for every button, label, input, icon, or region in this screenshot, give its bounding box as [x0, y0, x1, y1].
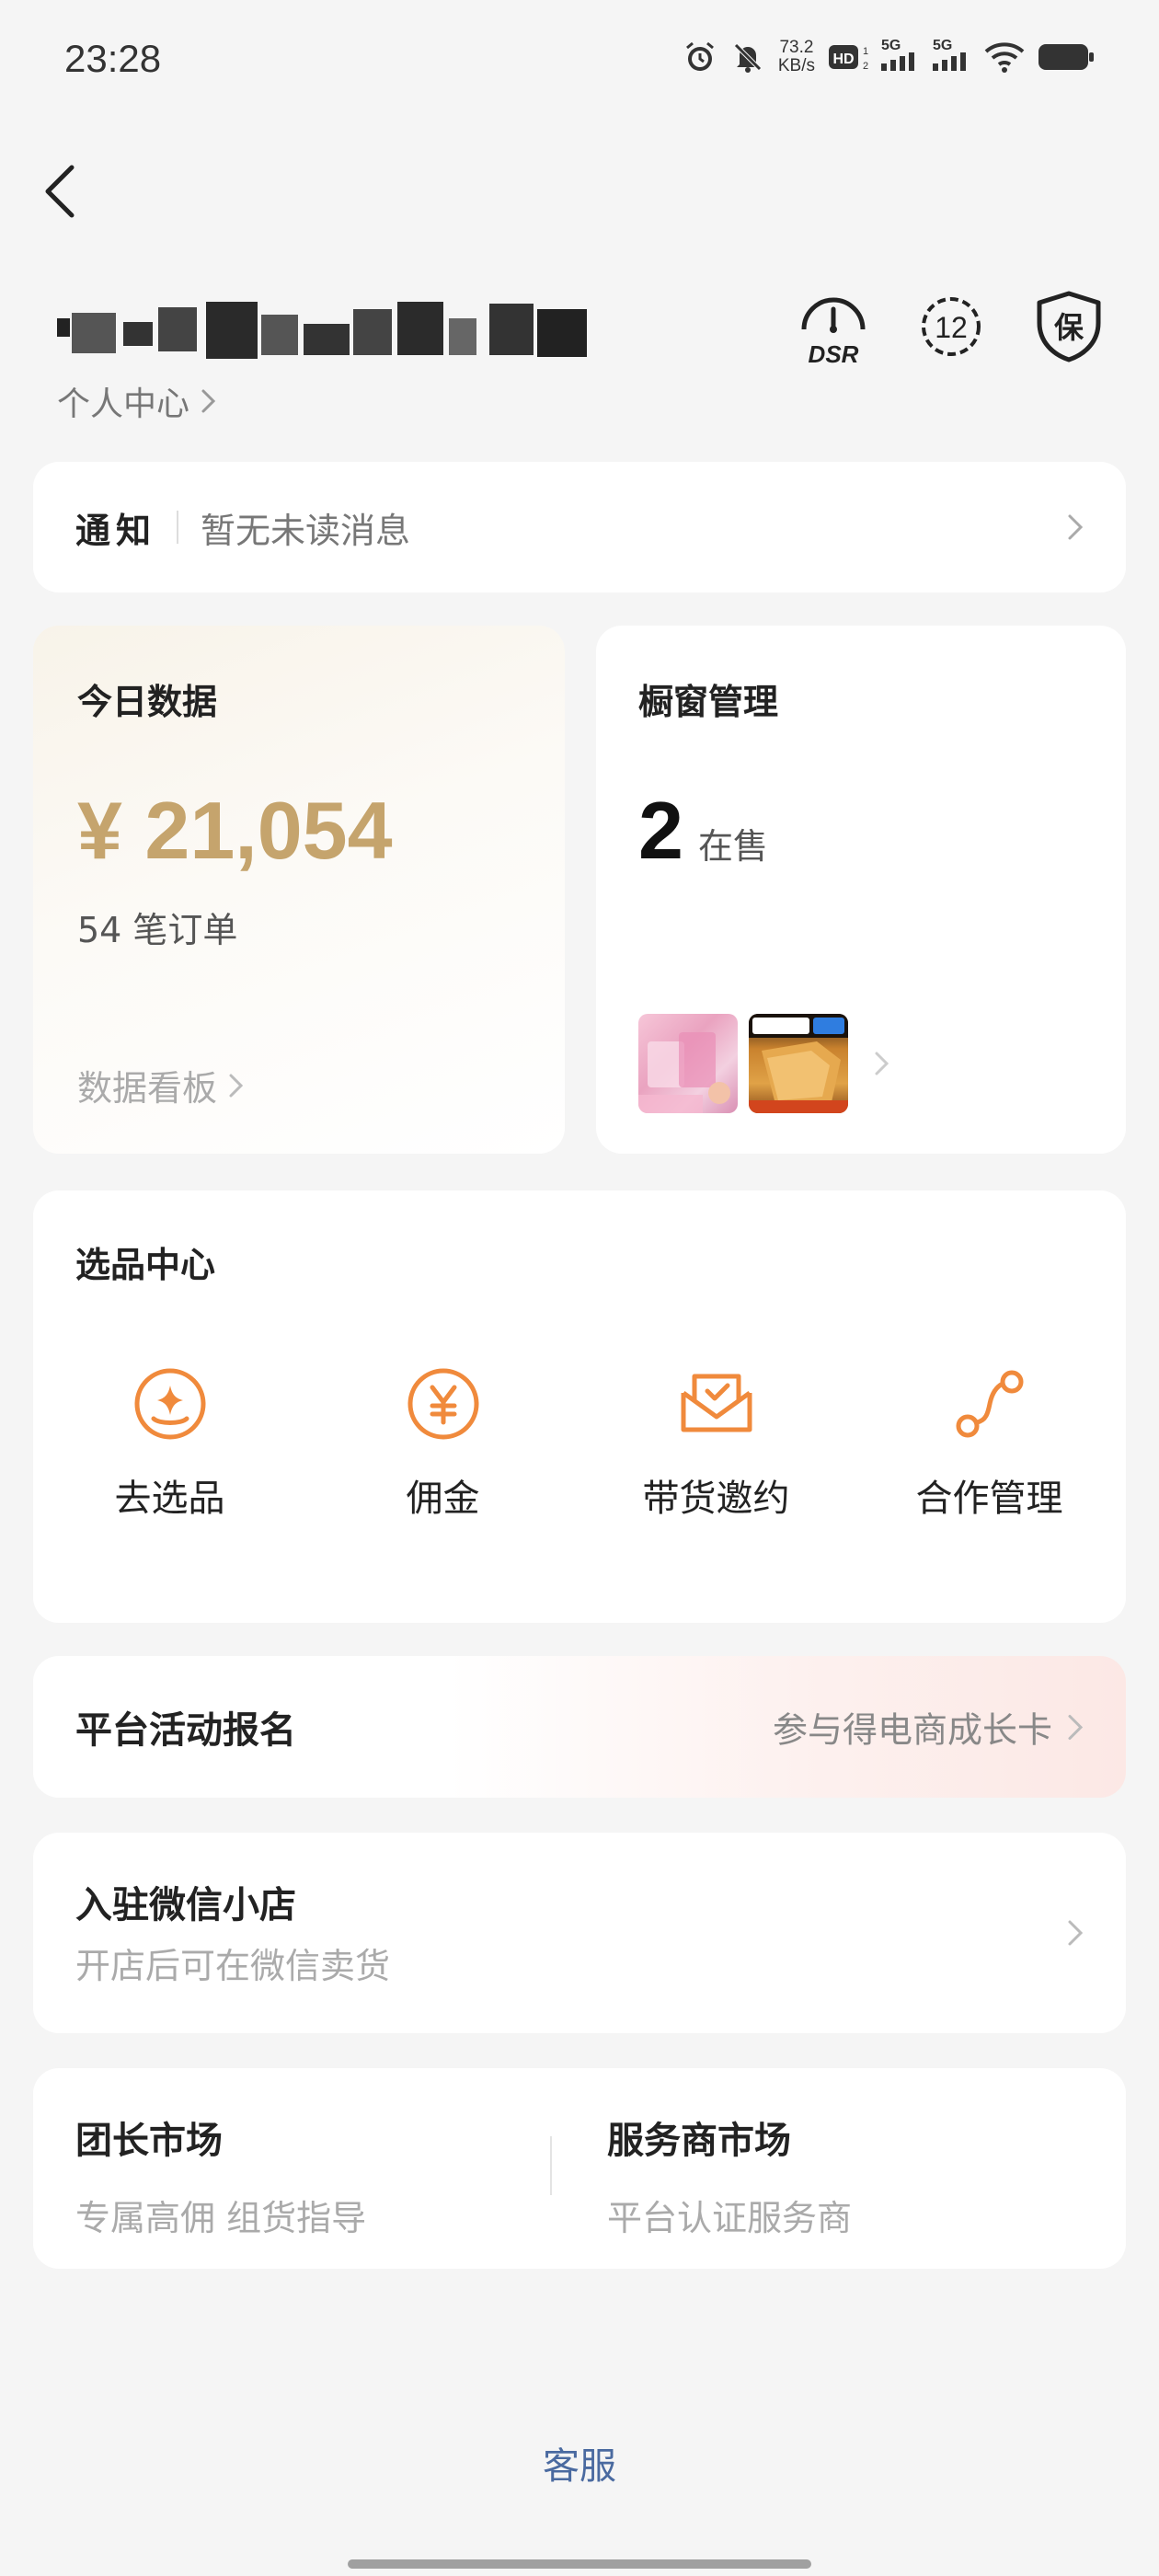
yen-icon — [407, 1368, 478, 1440]
select-item-pick-products[interactable]: 去选品 — [33, 1365, 306, 1522]
chevron-right-icon — [229, 1074, 244, 1097]
select-item-label: 佣金 — [406, 1478, 480, 1520]
chevron-right-icon — [875, 1052, 889, 1075]
level-badge-icon: 12 — [922, 297, 981, 356]
status-time: 23:28 — [64, 37, 162, 80]
select-item-cooperation[interactable]: 合作管理 — [853, 1365, 1126, 1522]
net-speed-unit: KB/s — [777, 56, 815, 75]
personal-center-label: 个人中心 — [57, 385, 190, 423]
leader-market-title: 团长市场 — [75, 2120, 223, 2162]
battery-icon — [1038, 42, 1095, 72]
notice-card[interactable]: 通知 暂无未读消息 — [33, 462, 1126, 592]
notice-title: 通知 — [75, 510, 157, 551]
net-speed: 73.2 KB/s — [778, 39, 815, 75]
provider-market-subtitle: 平台认证服务商 — [607, 2198, 853, 2238]
select-item-invitation[interactable]: 带货邀约 — [580, 1365, 853, 1522]
select-item-commission[interactable]: 佣金 — [306, 1365, 580, 1522]
shield-icon: 保 — [1037, 291, 1101, 362]
svg-text:2: 2 — [863, 61, 868, 72]
provider-market-title: 服务商市场 — [607, 2120, 791, 2162]
markets-divider — [550, 2136, 552, 2195]
notice-message: 暂无未读消息 — [201, 510, 411, 551]
product-thumbnail[interactable] — [749, 1014, 848, 1113]
shield-label: 保 — [1054, 310, 1084, 345]
header-icons: DSR 12 保 — [798, 287, 1104, 366]
product-thumbnail[interactable] — [638, 1014, 738, 1113]
route-icon — [956, 1370, 1023, 1438]
dsr-gauge-icon: DSR — [801, 297, 866, 366]
signal-sim2-icon: 5G — [933, 37, 971, 75]
chevron-left-icon — [45, 165, 75, 218]
select-center-items: 去选品 佣金 带货邀约 合作管理 — [33, 1365, 1126, 1522]
product-thumbnails[interactable] — [638, 1014, 892, 1113]
sim2-label: 5G — [933, 37, 953, 53]
select-item-label: 带货邀约 — [642, 1478, 790, 1520]
product-image — [638, 1032, 730, 1113]
dsr-label: DSR — [809, 340, 859, 366]
chevron-right-icon — [1068, 514, 1084, 540]
sparkle-icon — [134, 1368, 205, 1440]
activity-link[interactable]: 参与得电商成长卡 — [773, 1702, 1085, 1753]
dsr-button[interactable]: DSR — [798, 287, 868, 366]
data-dashboard-label: 数据看板 — [77, 1068, 218, 1109]
today-orders: 54 笔订单 — [77, 910, 238, 950]
mute-bell-icon — [730, 40, 765, 75]
home-indicator[interactable] — [348, 2559, 811, 2569]
signal-sim1-icon: 5G — [881, 37, 920, 75]
service-provider-market[interactable]: 服务商市场 平台认证服务商 — [607, 2110, 852, 2240]
window-title: 橱窗管理 — [638, 682, 779, 722]
svg-text:1: 1 — [863, 46, 868, 57]
window-count-number: 2 — [638, 785, 683, 876]
net-speed-value: 73.2 — [779, 38, 814, 57]
data-dashboard-link[interactable]: 数据看板 — [77, 1060, 247, 1110]
today-amount: ¥ 21,054 — [77, 785, 393, 876]
today-title: 今日数据 — [77, 682, 218, 722]
invitation-envelope-icon — [681, 1374, 752, 1432]
select-center-title: 选品中心 — [75, 1245, 216, 1285]
window-management-card[interactable]: 橱窗管理 2 在售 — [596, 626, 1126, 1154]
today-data-card[interactable]: 今日数据 ¥ 21,054 54 笔订单 数据看板 — [33, 626, 565, 1154]
hd-icon: HD 1 2 — [828, 41, 868, 73]
hd-label: HD — [832, 52, 854, 67]
chevron-right-icon — [1068, 1714, 1084, 1740]
window-count: 2 在售 — [638, 784, 768, 878]
customer-service-link[interactable]: 客服 — [0, 2436, 1159, 2490]
platform-activity-card[interactable]: 平台活动报名 参与得电商成长卡 — [33, 1656, 1126, 1798]
select-center-card: 选品中心 去选品 佣金 带货邀约 合作管理 — [33, 1190, 1126, 1623]
level-badge-button[interactable]: 12 — [916, 287, 986, 366]
back-button[interactable] — [37, 156, 92, 221]
notice-divider — [177, 511, 179, 544]
activity-title: 平台活动报名 — [75, 1709, 296, 1752]
window-count-status: 在售 — [697, 826, 768, 867]
product-image — [749, 1014, 848, 1113]
chevron-right-icon — [201, 389, 216, 413]
status-bar: 23:28 73.2 KB/s HD 1 2 5G 5G — [0, 0, 1159, 120]
leader-market[interactable]: 团长市场 专属高佣 组货指导 — [75, 2110, 366, 2240]
select-item-label: 去选品 — [114, 1478, 225, 1520]
wechat-store-card[interactable]: 入驻微信小店 开店后可在微信卖货 — [33, 1833, 1126, 2033]
wechat-store-subtitle: 开店后可在微信卖货 — [75, 1946, 391, 1986]
sim1-label: 5G — [881, 37, 901, 53]
leader-market-subtitle: 专属高佣 组货指导 — [75, 2198, 367, 2238]
select-item-label: 合作管理 — [915, 1478, 1063, 1520]
shop-name-redacted — [57, 296, 591, 364]
wechat-store-title: 入驻微信小店 — [75, 1884, 296, 1926]
status-icons: 73.2 KB/s HD 1 2 5G 5G — [683, 37, 1095, 75]
level-badge-label: 12 — [935, 311, 968, 344]
activity-link-label: 参与得电商成长卡 — [772, 1709, 1052, 1751]
guarantee-button[interactable]: 保 — [1034, 287, 1104, 366]
chevron-right-icon — [1068, 1920, 1084, 1946]
personal-center-link[interactable]: 个人中心 — [57, 377, 219, 425]
markets-card: 团长市场 专属高佣 组货指导 服务商市场 平台认证服务商 — [33, 2068, 1126, 2269]
alarm-icon — [683, 40, 717, 75]
wifi-icon — [984, 40, 1025, 74]
